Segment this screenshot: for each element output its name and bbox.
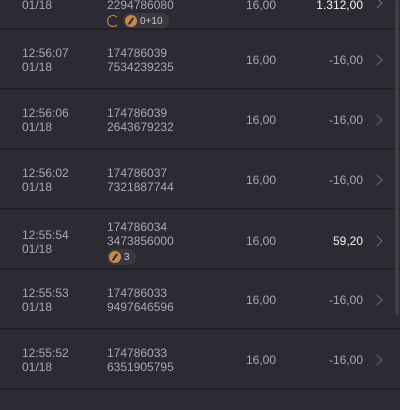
- round-id-secondary: 7321887744: [107, 180, 174, 194]
- row-date: 01/18: [22, 60, 53, 74]
- result-amount: -16,00: [328, 53, 363, 67]
- row-time: 12:55:53: [22, 286, 69, 300]
- row-time: 12:56:06: [22, 106, 69, 120]
- result-amount: 1.312,00: [316, 0, 363, 12]
- bet-amount: 16,00: [246, 0, 277, 12]
- row-date: 01/18: [22, 120, 53, 134]
- chevron-right-icon[interactable]: [371, 294, 383, 306]
- chevron-right-icon[interactable]: [371, 54, 383, 66]
- round-id-secondary: 3473856000: [107, 234, 174, 248]
- scrollbar-thumb[interactable]: [395, 0, 399, 315]
- result-amount: -16,00: [328, 173, 363, 187]
- history-row[interactable]: 01/18 2294786080 0+10 16,00 1.312,00: [0, 0, 400, 30]
- round-id-primary: 174786039: [107, 106, 168, 120]
- refresh-icon: [107, 15, 119, 27]
- row-badges: 0+10: [107, 13, 169, 29]
- row-date: 01/18: [22, 300, 53, 314]
- bet-amount: 16,00: [246, 173, 277, 187]
- result-amount: 59,20: [332, 234, 363, 248]
- result-amount: -16,00: [328, 113, 363, 127]
- row-time: 12:56:07: [22, 46, 69, 60]
- row-badges: 3: [107, 249, 136, 265]
- round-id-primary: 174786034: [107, 220, 168, 234]
- history-row[interactable]: 12:56:06 01/18 174786039 2643679232 16,0…: [0, 90, 400, 150]
- history-row[interactable]: 12:55:54 01/18 174786034 3473856000 3 16…: [0, 210, 400, 270]
- history-list: 01/18 2294786080 0+10 16,00 1.312,00 12:…: [0, 0, 400, 410]
- bonus-count: 3: [124, 251, 130, 263]
- row-time: 12:55:52: [22, 346, 69, 360]
- history-row[interactable]: 12:55:52 01/18 174786033 6351905795 16,0…: [0, 330, 400, 390]
- round-id-primary: 174786039: [107, 46, 168, 60]
- round-id-primary: 174786037: [107, 166, 168, 180]
- round-id-primary: 174786033: [107, 346, 168, 360]
- bet-amount: 16,00: [246, 234, 277, 248]
- round-id-secondary: 6351905795: [107, 360, 174, 374]
- round-id-primary: 174786033: [107, 286, 168, 300]
- chevron-right-icon[interactable]: [371, 0, 383, 9]
- history-row[interactable]: 12:56:07 01/18 174786039 7534239235 16,0…: [0, 30, 400, 90]
- round-id-secondary: 9497646596: [107, 300, 174, 314]
- row-date: 01/18: [22, 360, 53, 374]
- bonus-icon: [125, 15, 137, 27]
- history-row[interactable]: 12:56:02 01/18 174786037 7321887744 16,0…: [0, 150, 400, 210]
- round-id-secondary: 2643679232: [107, 120, 174, 134]
- chevron-right-icon[interactable]: [371, 235, 383, 247]
- history-row[interactable]: [0, 390, 400, 410]
- round-id-secondary: 7534239235: [107, 60, 174, 74]
- row-date: 01/18: [22, 242, 53, 256]
- row-date: 01/18: [22, 180, 53, 194]
- bet-amount: 16,00: [246, 113, 277, 127]
- chevron-right-icon[interactable]: [371, 174, 383, 186]
- result-amount: -16,00: [328, 293, 363, 307]
- bonus-count: 0+10: [140, 15, 163, 27]
- bonus-badge: 0+10: [123, 13, 169, 29]
- chevron-right-icon[interactable]: [371, 114, 383, 126]
- result-amount: -16,00: [328, 353, 363, 367]
- row-date: 01/18: [22, 0, 53, 12]
- bet-amount: 16,00: [246, 353, 277, 367]
- bonus-icon: [109, 251, 121, 263]
- bonus-badge: 3: [107, 249, 136, 265]
- history-row[interactable]: 12:55:53 01/18 174786033 9497646596 16,0…: [0, 270, 400, 330]
- row-time: 12:56:02: [22, 166, 69, 180]
- bet-amount: 16,00: [246, 293, 277, 307]
- chevron-right-icon[interactable]: [371, 354, 383, 366]
- round-id-secondary: 2294786080: [107, 0, 174, 12]
- row-time: 12:55:54: [22, 228, 69, 242]
- bet-amount: 16,00: [246, 53, 277, 67]
